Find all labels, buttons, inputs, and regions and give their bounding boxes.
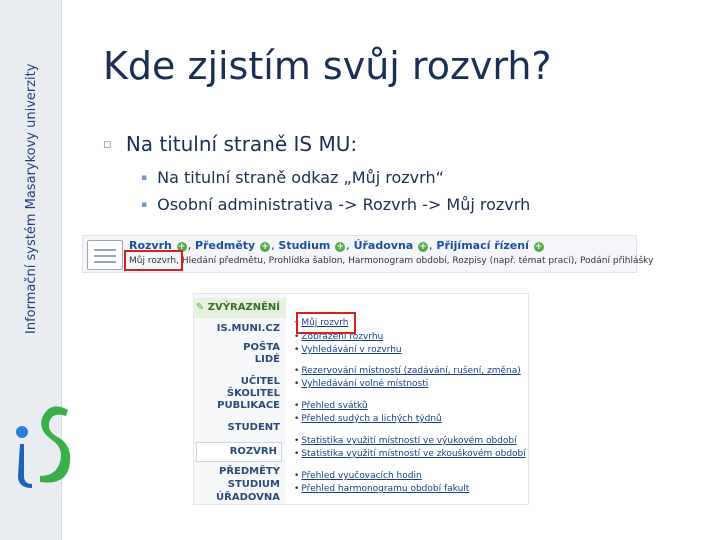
menu-item-posta[interactable]: POŠTA (243, 342, 280, 354)
link-vyhledavani-v-rozvrhu[interactable]: Vyhledávání v rozvrhu (294, 345, 401, 355)
link-statistika-vyukove[interactable]: Statistika využití místností ve výukovém… (294, 436, 516, 446)
subbullet-1: ▪ Na titulní straně odkaz „Můj rozvrh“ (141, 168, 444, 187)
calendar-icon (87, 240, 123, 270)
link-prehled-svatku[interactable]: Přehled svátků (294, 401, 367, 411)
subbullet-square-icon: ▪ (141, 200, 148, 210)
menu-screenshot: ✎ ZVÝRAZNĚNÍ IS.MUNI.CZ POŠTA LIDÉ UČITE… (193, 293, 529, 505)
menu-item-ucitel[interactable]: UČITEL (241, 376, 280, 388)
slide-title: Kde zjistím svůj rozvrh? (103, 44, 552, 88)
menu-item-uradovna[interactable]: ÚŘADOVNA (216, 492, 280, 504)
highlight-box-muj-rozvrh-menubar (124, 250, 183, 271)
plus-icon[interactable]: + (418, 242, 429, 252)
is-logo-icon (16, 406, 71, 488)
subbullet-square-icon: ▪ (141, 173, 148, 183)
menu-item-studium[interactable]: STUDIUM (228, 479, 280, 491)
menubar-sub-items[interactable]: Můj rozvrh, Hledání předmětu, Prohlídka … (129, 256, 653, 266)
sidebar-vertical-title: Informační systém Masarykovy univerzity (24, 63, 39, 334)
menubar-top-items: Rozvrh +, Předměty +, Studium +, Úřadovn… (129, 239, 544, 252)
link-vyhledavani-volne-mistnosti[interactable]: Vyhledávání volné místnosti (294, 379, 428, 389)
menu-item-prijimaci-rizeni[interactable]: Přijímací řízení (436, 239, 528, 252)
link-statistika-zkouskove[interactable]: Statistika využití místností ve zkouškov… (294, 449, 525, 459)
menu-item-is-muni[interactable]: IS.MUNI.CZ (217, 323, 280, 335)
subbullet-1-text: Na titulní straně odkaz „Můj rozvrh“ (157, 168, 444, 187)
bullet-square-icon: ▫ (103, 137, 112, 152)
menu-item-lide[interactable]: LIDÉ (255, 354, 280, 366)
subbullet-2-text: Osobní administrativa -> Rozvrh -> Můj r… (157, 195, 531, 214)
menu-item-predmety[interactable]: Předměty (195, 239, 255, 252)
bullet-main-text: Na titulní straně IS MU: (125, 132, 358, 156)
plus-icon[interactable]: + (335, 242, 346, 252)
subbullet-2: ▪ Osobní administrativa -> Rozvrh -> Můj … (141, 195, 530, 214)
menu-item-publikace[interactable]: PUBLIKACE (217, 400, 280, 412)
sidebar: Informační systém Masarykovy univerzity (0, 0, 71, 540)
link-prehled-vyucovacich-hodin[interactable]: Přehled vyučovacích hodin (294, 471, 421, 481)
link-prehled-harmonogramu[interactable]: Přehled harmonogramu období fakult (294, 484, 469, 494)
link-prehled-sudych-lichych-tydnu[interactable]: Přehled sudých a lichých týdnů (294, 414, 441, 424)
highlight-box-muj-rozvrh-menu (296, 312, 356, 334)
highlight-header: ✎ ZVÝRAZNĚNÍ (194, 298, 286, 318)
menu-item-skolitel[interactable]: ŠKOLITEL (227, 388, 280, 400)
menu-item-studium[interactable]: Studium (278, 239, 330, 252)
link-rezervovani-mistnosti[interactable]: Rezervování místností (zadávání, rušení,… (294, 366, 520, 376)
menu-item-uradovna[interactable]: Úřadovna (354, 239, 414, 252)
menu-left-column: ✎ ZVÝRAZNĚNÍ IS.MUNI.CZ POŠTA LIDÉ UČITE… (194, 294, 286, 504)
pencil-icon: ✎ (195, 302, 205, 313)
menu-item-predmety[interactable]: PŘEDMĚTY (219, 466, 280, 478)
menu-item-rozvrh-active[interactable]: ROZVRH (196, 442, 282, 462)
plus-icon[interactable]: + (533, 242, 544, 252)
menu-item-student[interactable]: STUDENT (228, 422, 280, 434)
plus-icon[interactable]: + (260, 242, 271, 252)
bullet-main: ▫ Na titulní straně IS MU: (103, 132, 357, 156)
